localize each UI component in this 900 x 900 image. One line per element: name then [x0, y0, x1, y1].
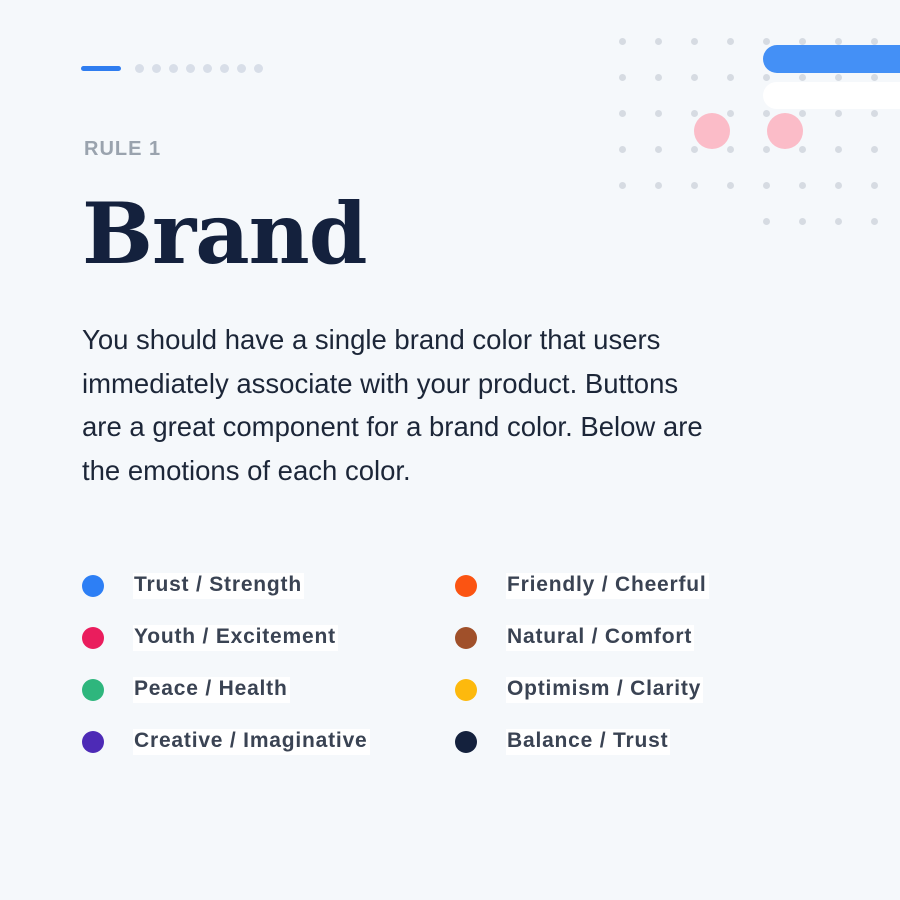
- decorative-grid-dot: [798, 145, 806, 153]
- pagination-dot: [186, 63, 195, 73]
- pagination-dot: [220, 63, 229, 73]
- decorative-grid-dot: [834, 73, 842, 81]
- pagination-dot: [237, 63, 246, 73]
- description-line: You should have a single brand color tha…: [82, 324, 661, 355]
- legend-label: Friendly / Cheerful: [506, 573, 709, 599]
- decorative-grid-dot: [690, 109, 698, 117]
- decorative-grid-dot: [690, 73, 698, 81]
- decorative-grid-dot: [870, 37, 878, 45]
- decorative-grid-dot: [654, 181, 662, 189]
- decorative-grid-dot: [762, 217, 770, 225]
- color-swatch-dot: [82, 679, 104, 701]
- decorative-grid-dot: [726, 109, 734, 117]
- legend-label: Creative / Imaginative: [133, 729, 370, 755]
- color-swatch-dot: [82, 627, 104, 649]
- description-line: the emotions of each color.: [82, 454, 411, 486]
- color-swatch-dot: [455, 627, 477, 649]
- legend-item: Trust / Strength: [82, 560, 370, 612]
- decorative-grid-dot: [726, 145, 734, 153]
- decorative-grid-dot: [798, 217, 806, 225]
- color-swatch-dot: [455, 679, 477, 701]
- decorative-grid-dot: [798, 109, 806, 117]
- decorative-grid-dot: [726, 73, 734, 81]
- decorative-grid-dot: [618, 109, 626, 117]
- legend-item: Optimism / Clarity: [455, 664, 709, 716]
- legend-label: Youth / Excitement: [133, 625, 338, 651]
- decorative-white-bar: [763, 82, 900, 109]
- decorative-grid-dot: [690, 37, 698, 45]
- decorative-grid-dot: [618, 73, 626, 81]
- decorative-grid-dot: [726, 181, 734, 189]
- decorative-grid-dot: [726, 37, 734, 45]
- decorative-grid-dot: [870, 109, 878, 117]
- decorative-grid-dot: [870, 145, 878, 153]
- decorative-grid-dot: [870, 73, 878, 81]
- decorative-grid-dot: [798, 73, 806, 81]
- legend-item: Creative / Imaginative: [82, 716, 370, 768]
- legend-item: Friendly / Cheerful: [455, 560, 709, 612]
- decorative-grid-dot: [654, 37, 662, 45]
- decorative-grid-dot: [690, 181, 698, 189]
- legend-item: Peace / Health: [82, 664, 370, 716]
- legend-label: Peace / Health: [133, 677, 290, 703]
- decorative-pink-circle: [767, 113, 803, 149]
- legend-label: Optimism / Clarity: [506, 677, 704, 703]
- decorative-grid-dot: [690, 145, 698, 153]
- decorative-grid-dot: [654, 73, 662, 81]
- pagination-indicator: [81, 63, 271, 73]
- decorative-grid-dot: [618, 181, 626, 189]
- decorative-grid-dot: [798, 37, 806, 45]
- decorative-grid-dot: [834, 217, 842, 225]
- decorative-grid-dot: [762, 181, 770, 189]
- decorative-pink-circle: [694, 113, 730, 149]
- color-swatch-dot: [455, 731, 477, 753]
- description-line: are a great component for a brand color.…: [82, 411, 703, 442]
- decorative-grid-dot: [798, 181, 806, 189]
- legend-label: Balance / Trust: [506, 729, 671, 755]
- legend-item: Natural / Comfort: [455, 612, 709, 664]
- decorative-grid-dot: [834, 181, 842, 189]
- decorative-grid-dot: [762, 109, 770, 117]
- decorative-grid-dot: [762, 37, 770, 45]
- decorative-grid-dot: [618, 145, 626, 153]
- legend-item: Balance / Trust: [455, 716, 709, 768]
- decorative-graphic: [600, 20, 900, 240]
- pagination-dot: [169, 63, 178, 73]
- color-swatch-dot: [82, 575, 104, 597]
- decorative-grid-dot: [654, 109, 662, 117]
- color-legend-left: Trust / Strength Youth / Excitement Peac…: [82, 560, 370, 768]
- legend-item: Youth / Excitement: [82, 612, 370, 664]
- legend-label: Trust / Strength: [133, 573, 304, 599]
- decorative-blue-bar: [763, 45, 900, 73]
- pagination-dot: [203, 63, 212, 73]
- decorative-grid-dot: [834, 145, 842, 153]
- color-legend-right: Friendly / Cheerful Natural / Comfort Op…: [455, 560, 709, 768]
- legend-label: Natural / Comfort: [506, 625, 695, 651]
- color-swatch-dot: [82, 731, 104, 753]
- description-line: immediately associate with your product.…: [82, 367, 679, 399]
- decorative-grid-dot: [834, 109, 842, 117]
- page-title: Brand: [82, 184, 367, 283]
- pagination-active-bar: [81, 65, 121, 71]
- decorative-grid-dot: [762, 73, 770, 81]
- decorative-grid-dot: [654, 145, 662, 153]
- decorative-grid-dot: [762, 145, 770, 153]
- pagination-dot: [135, 63, 144, 73]
- pagination-dot: [254, 63, 263, 73]
- decorative-grid-dot: [870, 217, 878, 225]
- color-swatch-dot: [455, 575, 477, 597]
- decorative-grid-dot: [870, 181, 878, 189]
- pagination-dot: [152, 63, 161, 73]
- decorative-grid-dot: [618, 37, 626, 45]
- description-paragraph: You should have a single brand color tha…: [82, 318, 822, 492]
- decorative-grid-dot: [834, 37, 842, 45]
- rule-label: RULE 1: [84, 138, 162, 160]
